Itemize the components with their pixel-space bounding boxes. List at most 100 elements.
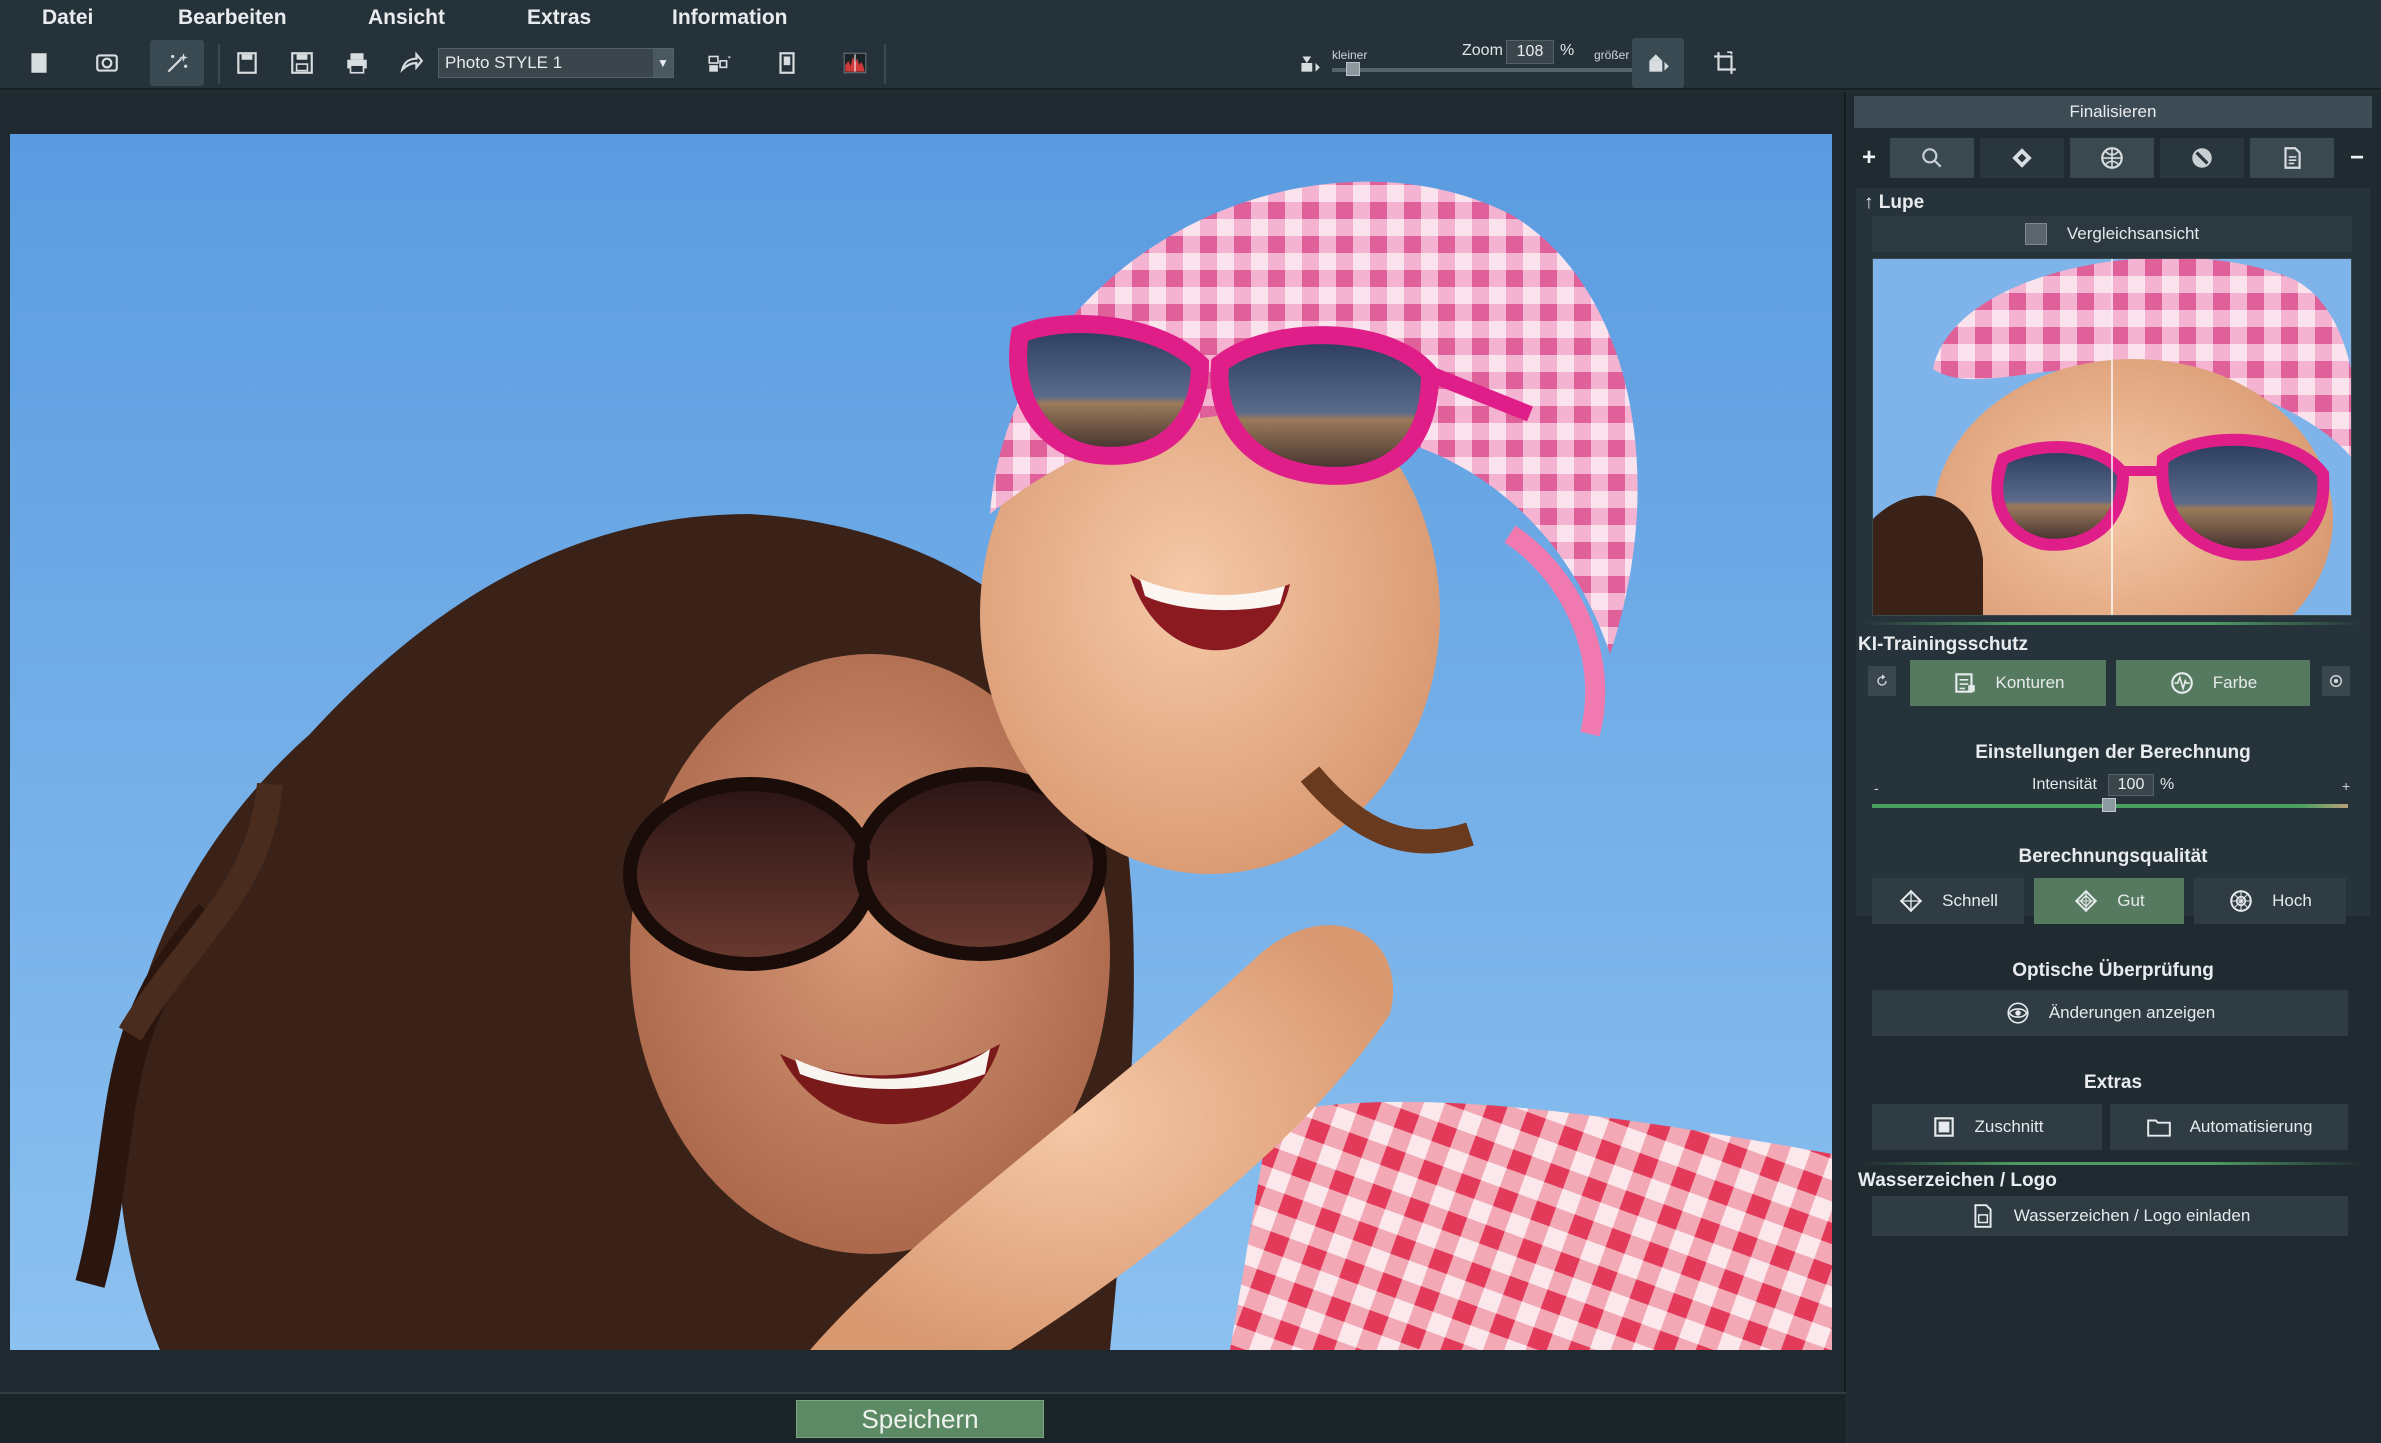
- ki-heading: KI-Trainingsschutz: [1858, 634, 2028, 655]
- toolbar-separator: [884, 44, 886, 84]
- diamond-icon: [2012, 148, 2032, 168]
- berechnung-heading: Einstellungen der Berechnung: [1975, 742, 2251, 763]
- menu-extras[interactable]: Extras: [527, 6, 591, 30]
- tab-lupe[interactable]: [1890, 138, 1974, 178]
- save-as-icon: [291, 52, 313, 74]
- ki-settings-button[interactable]: [2322, 666, 2350, 696]
- tab-document[interactable]: [2250, 138, 2334, 178]
- collapse-all-button[interactable]: −: [2342, 138, 2372, 178]
- extras-heading: Extras: [2083, 1072, 2143, 1093]
- show-changes-button[interactable]: Änderungen anzeigen: [1872, 990, 2348, 1036]
- zoom-bigger-label: größer: [1594, 48, 1630, 62]
- save-icon: [237, 52, 257, 74]
- quality-gut-button[interactable]: Gut: [2034, 878, 2184, 924]
- schnell-label: Schnell: [1942, 891, 1998, 910]
- toolbar: Photo STYLE 1 ▼: [0, 36, 2381, 90]
- open-icon: [96, 54, 118, 72]
- target-icon: [2230, 890, 2252, 912]
- globe-icon: [2101, 147, 2123, 169]
- right-panel: Finalisieren + − ↑ Lupe Vergleichsansich…: [1848, 92, 2381, 1443]
- compare-label: Vergleichsansicht: [2066, 224, 2200, 243]
- retouch-icon: [2192, 148, 2212, 168]
- compare-mode-button[interactable]: [692, 40, 746, 86]
- crop-grid-icon: [1933, 1117, 1954, 1137]
- expand-all-button[interactable]: +: [1854, 138, 1884, 178]
- menu-information[interactable]: Information: [672, 6, 788, 30]
- magnifier-icon: [1922, 148, 1942, 168]
- ki-refresh-button[interactable]: [1868, 666, 1896, 696]
- chevron-down-icon: ▼: [653, 49, 673, 77]
- section-divider: [1864, 622, 2362, 625]
- panel-tab-row: + −: [1854, 138, 2372, 178]
- konturen-button[interactable]: Konturen: [1910, 660, 2106, 706]
- intensity-unit: %: [2160, 776, 2175, 793]
- lupe-heading[interactable]: ↑ Lupe: [1864, 192, 1924, 214]
- tab-retouch[interactable]: [2160, 138, 2244, 178]
- photo-style-select[interactable]: Photo STYLE 1 ▼: [438, 48, 674, 78]
- zoom-slider-track[interactable]: [1332, 68, 1632, 72]
- menu-ansicht[interactable]: Ansicht: [368, 6, 445, 30]
- photo-canvas[interactable]: [10, 134, 1832, 1350]
- farbe-button[interactable]: Farbe: [2116, 660, 2310, 706]
- menu-bar: Datei Bearbeiten Ansicht Extras Informat…: [0, 0, 2381, 36]
- tab-protection[interactable]: [2070, 138, 2154, 178]
- zuschnitt-button[interactable]: Zuschnitt: [1872, 1104, 2102, 1150]
- intensity-min-label: -: [1874, 780, 1879, 796]
- intensity-slider-thumb[interactable]: [2102, 798, 2116, 812]
- magic-wand-icon: [167, 53, 188, 73]
- crosshair-icon: [1899, 889, 1923, 913]
- save-button[interactable]: Speichern: [796, 1400, 1044, 1438]
- info-panel-button[interactable]: [760, 40, 814, 86]
- photo-style-value: Photo STYLE 1: [445, 53, 563, 72]
- quality-schnell-button[interactable]: Schnell: [1872, 878, 2024, 924]
- load-watermark-button[interactable]: Wasserzeichen / Logo einladen: [1872, 1196, 2348, 1236]
- zoom-slider-thumb[interactable]: [1346, 62, 1360, 76]
- compare-split-line[interactable]: [2111, 259, 2113, 615]
- compare-view-toggle[interactable]: Vergleichsansicht: [1872, 216, 2352, 252]
- canvas-area: [0, 92, 1846, 1392]
- gut-label: Gut: [2117, 891, 2145, 910]
- contour-icon: [1954, 673, 1975, 693]
- save-as-button[interactable]: [275, 40, 329, 86]
- magnifier-preview[interactable]: [1872, 258, 2352, 616]
- new-file-button[interactable]: [12, 40, 66, 86]
- zuschnitt-label: Zuschnitt: [1974, 1117, 2044, 1136]
- tab-sharpen[interactable]: [1980, 138, 2064, 178]
- panel-title: Finalisieren: [1854, 96, 2372, 128]
- app-window: Datei Bearbeiten Ansicht Extras Informat…: [0, 0, 2381, 1443]
- menu-datei[interactable]: Datei: [42, 6, 93, 30]
- arrow-up-icon: ↑: [1864, 192, 1879, 213]
- crop-icon: [1714, 51, 1736, 74]
- document-image-icon: [1974, 1204, 1992, 1228]
- quality-hoch-button[interactable]: Hoch: [2194, 878, 2346, 924]
- zoom-smaller-label: kleiner: [1332, 48, 1368, 62]
- settings-dot-icon: [2330, 675, 2342, 687]
- section-divider: [1864, 1162, 2362, 1165]
- intensity-value-input[interactable]: 100: [2108, 774, 2154, 796]
- print-icon: [347, 53, 367, 74]
- qualitaet-heading: Berechnungsqualität: [2018, 846, 2208, 867]
- share-button[interactable]: [384, 40, 438, 86]
- menu-bearbeiten[interactable]: Bearbeiten: [178, 6, 287, 30]
- save-button-tb[interactable]: [220, 40, 274, 86]
- print-button[interactable]: [330, 40, 384, 86]
- zoom-in-icon: [1649, 54, 1669, 72]
- histogram-button[interactable]: [828, 40, 882, 86]
- intensity-max-label: +: [2342, 778, 2351, 794]
- open-button[interactable]: [80, 40, 134, 86]
- zoom-unit: %: [1560, 42, 1575, 59]
- new-file-icon: [31, 53, 47, 73]
- automatisierung-button[interactable]: Automatisierung: [2110, 1104, 2348, 1150]
- hoch-label: Hoch: [2272, 891, 2312, 910]
- automatisierung-label: Automatisierung: [2189, 1117, 2313, 1136]
- zoom-in-button[interactable]: [1632, 38, 1684, 88]
- magic-tool-button[interactable]: [150, 40, 204, 86]
- zoom-value-input[interactable]: 108: [1506, 40, 1554, 64]
- refresh-icon: [1877, 674, 1887, 686]
- farbe-label: Farbe: [2212, 673, 2258, 692]
- crop-rotate-button[interactable]: [1698, 40, 1752, 86]
- konturen-label: Konturen: [1995, 673, 2065, 692]
- share-icon: [400, 51, 424, 74]
- info-panel-icon: [779, 52, 795, 74]
- compare-checkbox[interactable]: [2024, 223, 2047, 245]
